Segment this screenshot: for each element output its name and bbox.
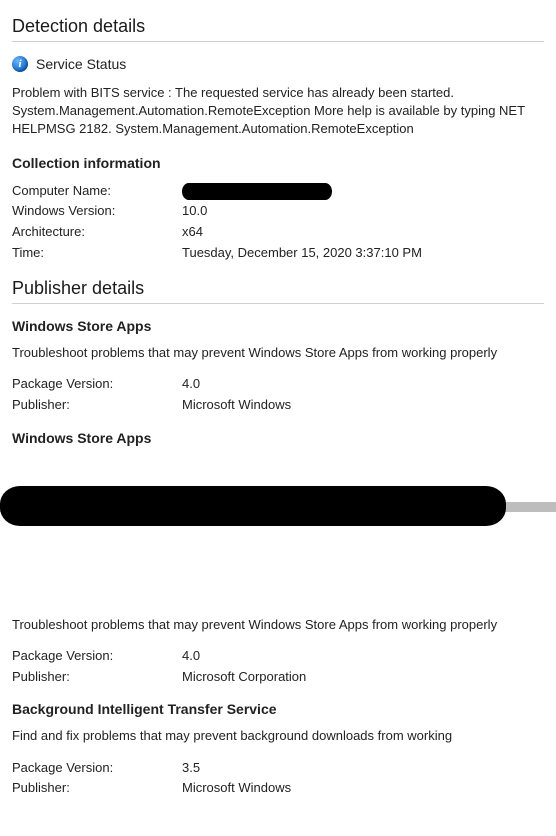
computer-name-label: Computer Name: <box>12 181 182 202</box>
detection-details-title: Detection details <box>12 16 544 42</box>
service-status-label: Service Status <box>36 56 126 72</box>
architecture-value: x64 <box>182 222 544 243</box>
publisher-label: Publisher: <box>12 395 182 416</box>
package-version-label: Package Version: <box>12 758 182 779</box>
publisher-section-heading: Windows Store Apps <box>12 318 544 334</box>
table-row: Windows Version: 10.0 <box>12 201 544 222</box>
architecture-label: Architecture: <box>12 222 182 243</box>
package-version-label: Package Version: <box>12 374 182 395</box>
table-row: Package Version: 4.0 <box>12 374 544 395</box>
package-version-value: 4.0 <box>182 374 544 395</box>
publisher-table: Package Version: 4.0 Publisher: Microsof… <box>12 646 544 688</box>
time-value: Tuesday, December 15, 2020 3:37:10 PM <box>182 243 544 264</box>
table-row: Publisher: Microsoft Corporation <box>12 667 544 688</box>
table-row: Package Version: 4.0 <box>12 646 544 667</box>
table-row: Time: Tuesday, December 15, 2020 3:37:10… <box>12 243 544 264</box>
computer-name-value <box>182 181 544 202</box>
collection-table: Computer Name: Windows Version: 10.0 Arc… <box>12 181 544 264</box>
redacted-block <box>0 486 556 526</box>
table-row: Package Version: 3.5 <box>12 758 544 779</box>
publisher-details-title: Publisher details <box>12 278 544 304</box>
package-version-value: 3.5 <box>182 758 544 779</box>
time-label: Time: <box>12 243 182 264</box>
publisher-section-heading: Background Intelligent Transfer Service <box>12 701 544 717</box>
package-version-label: Package Version: <box>12 646 182 667</box>
info-icon <box>12 56 28 72</box>
publisher-value: Microsoft Windows <box>182 778 544 799</box>
table-row: Publisher: Microsoft Windows <box>12 395 544 416</box>
problem-text: Problem with BITS service : The requeste… <box>12 84 544 139</box>
package-version-value: 4.0 <box>182 646 544 667</box>
publisher-section-heading: Windows Store Apps <box>12 430 544 446</box>
collection-information-heading: Collection information <box>12 155 544 171</box>
windows-version-value: 10.0 <box>182 201 544 222</box>
table-row: Architecture: x64 <box>12 222 544 243</box>
service-status-row: Service Status <box>12 56 544 72</box>
redacted-value <box>182 183 332 200</box>
windows-version-label: Windows Version: <box>12 201 182 222</box>
publisher-value: Microsoft Corporation <box>182 667 544 688</box>
publisher-section-description: Troubleshoot problems that may prevent W… <box>12 616 544 634</box>
table-row: Computer Name: <box>12 181 544 202</box>
publisher-table: Package Version: 3.5 Publisher: Microsof… <box>12 758 544 800</box>
publisher-value: Microsoft Windows <box>182 395 544 416</box>
publisher-table: Package Version: 4.0 Publisher: Microsof… <box>12 374 544 416</box>
publisher-label: Publisher: <box>12 667 182 688</box>
table-row: Publisher: Microsoft Windows <box>12 778 544 799</box>
publisher-section-description: Troubleshoot problems that may prevent W… <box>12 344 544 362</box>
publisher-label: Publisher: <box>12 778 182 799</box>
publisher-section-description: Find and fix problems that may prevent b… <box>12 727 544 745</box>
